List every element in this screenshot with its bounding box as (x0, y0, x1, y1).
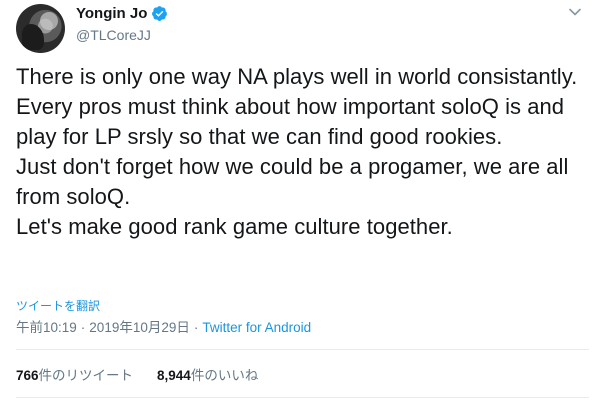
avatar-shade (22, 24, 44, 50)
meta-separator: · (193, 320, 199, 335)
tweet-time[interactable]: 午前10:19 (16, 316, 77, 336)
verified-badge-icon (152, 6, 168, 21)
translate-tweet-link[interactable]: ツイートを翻訳 (16, 297, 100, 314)
likes-label: 件のいいね (190, 368, 259, 383)
likes-stat[interactable]: 8,944件のいいね (157, 364, 258, 384)
likes-count: 8,944 (157, 368, 191, 383)
retweets-count: 766 (16, 368, 39, 383)
meta-separator: · (80, 320, 86, 335)
author-display-name[interactable]: Yongin Jo (76, 5, 147, 22)
tweet-text: There is only one way NA plays well in w… (16, 64, 578, 239)
author-name-row: Yongin Jo (76, 5, 168, 22)
avatar[interactable] (16, 4, 65, 53)
tweet-stats: 766件のリツイート 8,944件のいいね (16, 364, 258, 384)
tweet-metadata: 午前10:19 · 2019年10月29日 · Twitter for Andr… (16, 316, 311, 336)
chevron-down-icon[interactable] (567, 4, 583, 20)
tweet-client-link[interactable]: Twitter for Android (202, 320, 311, 335)
divider (16, 349, 589, 350)
retweets-label: 件のリツイート (38, 368, 134, 383)
divider (16, 397, 589, 398)
tweet-date[interactable]: 2019年10月29日 (89, 316, 190, 336)
avatar-highlight (40, 12, 58, 30)
retweets-stat[interactable]: 766件のリツイート (16, 364, 133, 384)
tweet-card: Yongin Jo @TLCoreJJ There is only one wa… (0, 0, 604, 405)
author-handle[interactable]: @TLCoreJJ (76, 27, 151, 43)
